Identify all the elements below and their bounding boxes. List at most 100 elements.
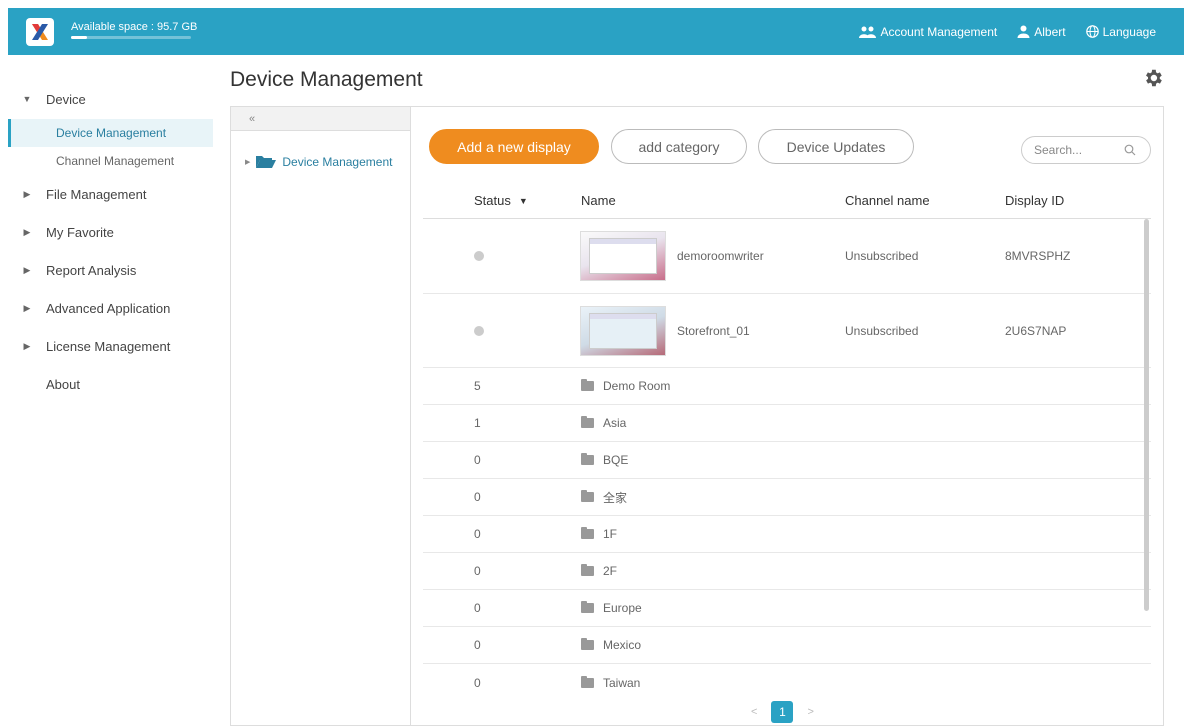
- sidebar-item-label: Channel Management: [56, 154, 175, 168]
- table-row[interactable]: 1 Asia: [423, 405, 1151, 442]
- search-input[interactable]: [1034, 143, 1124, 157]
- caret-right-icon: ▶: [245, 159, 251, 166]
- sidebar-item-advanced-application[interactable]: ▶ Advanced Application: [8, 294, 213, 322]
- user-name: Albert: [1034, 24, 1066, 39]
- channel-name: Unsubscribed: [845, 323, 919, 338]
- users-icon: [858, 26, 876, 38]
- sidebar-item-license-management[interactable]: ▶ License Management: [8, 332, 213, 360]
- next-page-button[interactable]: >: [807, 706, 813, 718]
- device-screenshot-thumbnail: [580, 231, 666, 281]
- name-column-header: Name: [581, 193, 616, 208]
- pagination: < 1 >: [751, 701, 814, 723]
- device-list-panel: Add a new display add category Device Up…: [410, 106, 1164, 726]
- sidebar-item-label: Report Analysis: [46, 262, 137, 278]
- sort-down-icon: ▼: [518, 196, 528, 206]
- device-count: 0: [474, 527, 481, 541]
- folder-tree-panel: « ▶ Device Management: [230, 106, 411, 726]
- folder-name: Europe: [603, 601, 642, 615]
- folder-name: 全家: [603, 490, 628, 505]
- folder-icon: [581, 453, 594, 465]
- caret-down-icon: ▼: [22, 94, 32, 104]
- table-row[interactable]: 5 Demo Room: [423, 368, 1151, 405]
- sidebar-item-label: Advanced Application: [46, 300, 171, 316]
- language-label: Language: [1102, 24, 1156, 39]
- device-count: 0: [474, 490, 481, 504]
- folder-icon: [581, 638, 594, 650]
- folder-icon: [581, 601, 594, 613]
- sidebar-item-label: About: [46, 376, 80, 392]
- table-row[interactable]: 0 1F: [423, 516, 1151, 553]
- page-1-button[interactable]: 1: [771, 701, 794, 723]
- channel-column-header: Channel name: [845, 193, 930, 208]
- display-id: 2U6S7NAP: [1005, 323, 1067, 338]
- table-row[interactable]: demoroomwriter Unsubscribed 8MVRSPHZ: [423, 219, 1151, 294]
- folder-icon: [581, 564, 594, 576]
- sidebar: ▼ Device Device Management Channel Manag…: [8, 55, 228, 726]
- storage-usage-fill: [71, 36, 87, 39]
- folder-name: 1F: [603, 527, 618, 541]
- folder-name: Mexico: [603, 638, 642, 652]
- device-count: 0: [474, 453, 481, 467]
- device-count: 0: [474, 601, 481, 615]
- table-row[interactable]: 0 Mexico: [423, 627, 1151, 664]
- folder-icon: [581, 527, 594, 539]
- caret-right-icon: ▶: [23, 226, 31, 237]
- account-management-link[interactable]: Account Management: [858, 25, 997, 39]
- sidebar-item-about[interactable]: About: [8, 370, 213, 398]
- folder-name: Demo Room: [603, 379, 671, 393]
- table-row[interactable]: 0 2F: [423, 553, 1151, 590]
- sidebar-item-device-management[interactable]: Device Management: [8, 119, 213, 147]
- search-box: [1021, 136, 1151, 164]
- caret-right-icon: ▶: [23, 302, 31, 313]
- table-scrollbar[interactable]: [1144, 219, 1149, 611]
- device-count: 5: [474, 379, 481, 393]
- sidebar-item-label: File Management: [46, 186, 147, 202]
- folder-name: BQE: [603, 453, 629, 467]
- app-logo-icon[interactable]: [26, 18, 54, 46]
- device-count: 0: [474, 638, 481, 652]
- device-name: Storefront_01: [677, 323, 750, 338]
- status-dot: [474, 325, 484, 336]
- table-row[interactable]: 0 Europe: [423, 590, 1151, 627]
- gear-icon[interactable]: [1142, 67, 1164, 89]
- sidebar-item-label: My Favorite: [46, 224, 114, 240]
- device-count: 0: [474, 675, 481, 690]
- channel-name: Unsubscribed: [845, 249, 919, 263]
- sidebar-item-my-favorite[interactable]: ▶ My Favorite: [8, 218, 213, 246]
- device-updates-button[interactable]: Device Updates: [758, 129, 914, 164]
- page-title: Device Management: [230, 68, 423, 91]
- user-menu[interactable]: Albert: [1017, 24, 1066, 39]
- add-category-button[interactable]: add category: [611, 129, 747, 164]
- table-header: Status ▼ Name Channel name Display ID: [423, 183, 1151, 219]
- sidebar-item-label: License Management: [46, 338, 171, 354]
- folder-icon: [581, 416, 594, 428]
- device-name: demoroomwriter: [677, 249, 764, 263]
- globe-icon: [1085, 25, 1099, 38]
- storage-usage-bar: [71, 36, 191, 39]
- table-row[interactable]: 0 BQE: [423, 442, 1151, 479]
- add-display-button[interactable]: Add a new display: [429, 129, 599, 164]
- device-count: 0: [474, 564, 481, 578]
- sidebar-item-channel-management[interactable]: Channel Management: [8, 147, 213, 175]
- device-table-body: demoroomwriter Unsubscribed 8MVRSPHZ Sto…: [423, 219, 1151, 704]
- search-icon[interactable]: [1124, 144, 1136, 156]
- prev-page-button[interactable]: <: [751, 706, 757, 718]
- tree-node-label: Device Management: [282, 155, 393, 169]
- status-column-header[interactable]: Status ▼: [474, 183, 528, 219]
- table-row[interactable]: 0 Taiwan: [423, 664, 1151, 701]
- top-bar: Available space : 95.7 GB Account Manage…: [8, 8, 1184, 55]
- folder-name: Asia: [603, 416, 627, 430]
- collapse-tree-button[interactable]: «: [231, 107, 411, 131]
- table-row[interactable]: Storefront_01 Unsubscribed 2U6S7NAP: [423, 294, 1151, 368]
- tree-node-device-management[interactable]: ▶ Device Management: [245, 155, 392, 169]
- sidebar-item-report-analysis[interactable]: ▶ Report Analysis: [8, 256, 213, 284]
- table-row[interactable]: 0 全家: [423, 479, 1151, 516]
- sidebar-item-device[interactable]: ▼ Device: [8, 85, 213, 113]
- folder-icon: [581, 675, 594, 688]
- sidebar-item-file-management[interactable]: ▶ File Management: [8, 180, 213, 208]
- display-id: 8MVRSPHZ: [1005, 249, 1071, 263]
- column-label: Status: [474, 193, 511, 208]
- folder-name: Taiwan: [603, 675, 641, 690]
- status-dot: [474, 251, 484, 261]
- language-selector[interactable]: Language: [1085, 24, 1156, 39]
